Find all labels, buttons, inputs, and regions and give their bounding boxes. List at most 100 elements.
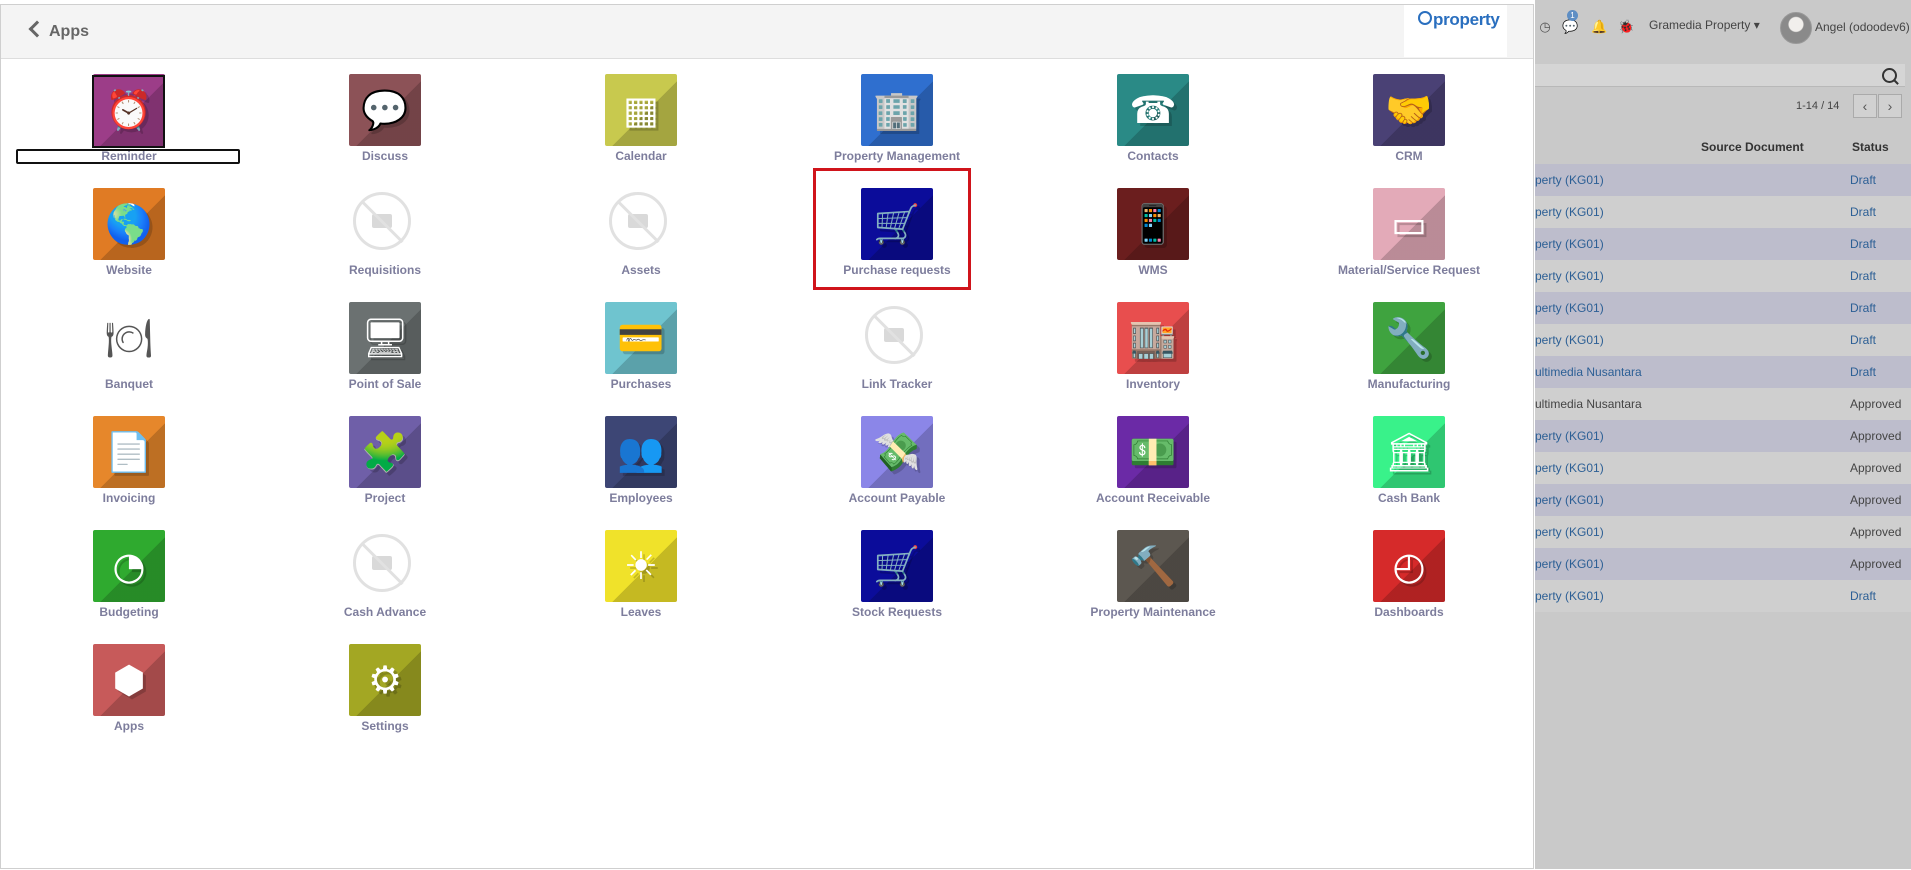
cell-status: Approved (1850, 525, 1902, 539)
bell-icon[interactable]: 🔔 (1591, 20, 1607, 34)
app-assets[interactable]: Assets (541, 188, 741, 286)
app-link-tracker[interactable]: Link Tracker (797, 302, 997, 400)
app-label: Account Receivable (1095, 491, 1211, 505)
app-label: Budgeting (99, 605, 159, 619)
pager-previous-button[interactable]: ‹ (1853, 94, 1877, 118)
app-label: Invoicing (102, 491, 156, 505)
icon-glyph: 👥 (617, 430, 665, 474)
chat-bubble-icon: 💬 (349, 74, 421, 146)
app-website[interactable]: 🌎 Website (29, 188, 229, 286)
wrench-icon: 🔧 (1373, 302, 1445, 374)
app-contacts[interactable]: ☎ Contacts (1053, 74, 1253, 172)
table-row[interactable]: perty (KG01) Draft (1535, 580, 1911, 612)
app-requisitions[interactable]: Requisitions (285, 188, 485, 286)
company-switcher[interactable]: Gramedia Property ▾ (1649, 18, 1760, 32)
icon-glyph: 🏛 (1384, 430, 1434, 474)
icon-glyph: 🔧 (1385, 316, 1433, 360)
bug-icon[interactable]: 🐞 (1618, 20, 1634, 34)
cell-status: Draft (1850, 365, 1877, 379)
focus-outline (16, 149, 240, 164)
app-property-maintenance[interactable]: 🔨 Property Maintenance (1053, 530, 1253, 628)
clock-icon[interactable]: ◷ (1538, 20, 1552, 34)
app-dashboards[interactable]: ◴ Dashboards (1309, 530, 1509, 628)
cell-status: Draft (1850, 301, 1877, 315)
app-apps[interactable]: ⬢ Apps (29, 644, 229, 742)
search-icon[interactable] (1882, 68, 1897, 83)
cubes-icon: ⬢ (93, 644, 165, 716)
icon-glyph: 📱 (1129, 202, 1177, 246)
monitor-icon: 🖥 (349, 302, 421, 374)
app-manufacturing[interactable]: 🔧 Manufacturing (1309, 302, 1509, 400)
table-row[interactable]: perty (KG01) Approved (1535, 548, 1911, 580)
app-label: Property Maintenance (1090, 605, 1216, 619)
table-row[interactable]: ultimedia Nusantara Draft (1535, 356, 1911, 388)
icon-glyph: ☎ (1129, 88, 1177, 132)
table-row[interactable]: ultimedia Nusantara Approved (1535, 388, 1911, 420)
chat-icon[interactable]: 💬 (1562, 20, 1578, 34)
app-settings[interactable]: ⚙ Settings (285, 644, 485, 742)
app-inventory[interactable]: 🏬 Inventory (1053, 302, 1253, 400)
column-header-source[interactable]: Source Document (1701, 140, 1804, 154)
cell-status: Approved (1850, 429, 1902, 443)
app-account-payable[interactable]: 💸 Account Payable (797, 416, 997, 514)
highlight-box (813, 168, 971, 290)
app-discuss[interactable]: 💬 Discuss (285, 74, 485, 172)
icon-glyph: 🧩 (361, 430, 409, 474)
icon-glyph: ▭ (1391, 202, 1427, 246)
table-row[interactable]: perty (KG01) Approved (1535, 420, 1911, 452)
cell-source: perty (KG01) (1535, 173, 1604, 187)
cell-status: Draft (1850, 269, 1877, 283)
column-header-status[interactable]: Status (1852, 140, 1889, 154)
app-material-service-request[interactable]: ▭ Material/Service Request (1309, 188, 1509, 286)
avatar[interactable] (1780, 12, 1812, 44)
money-stack-icon: 💵 (1117, 416, 1189, 488)
cell-status: Approved (1850, 461, 1902, 475)
table-row[interactable]: perty (KG01) Draft (1535, 196, 1911, 228)
puzzle-icon: 🧩 (349, 416, 421, 488)
app-crm[interactable]: 🤝 CRM (1309, 74, 1509, 172)
app-leaves[interactable]: ☀ Leaves (541, 530, 741, 628)
app-cash-advance[interactable]: Cash Advance (285, 530, 485, 628)
app-cash-bank[interactable]: 🏛 Cash Bank (1309, 416, 1509, 514)
table-row[interactable]: perty (KG01) Draft (1535, 164, 1911, 196)
icon-glyph: 🏢 (873, 88, 921, 132)
icon-glyph: 🌎 (105, 202, 153, 246)
app-project[interactable]: 🧩 Project (285, 416, 485, 514)
table-row[interactable]: perty (KG01) Draft (1535, 324, 1911, 356)
app-budgeting[interactable]: ◔ Budgeting (29, 530, 229, 628)
no-image-icon (605, 188, 677, 260)
cell-status: Approved (1850, 493, 1902, 507)
app-calendar[interactable]: ▦ Calendar (541, 74, 741, 172)
app-label: Project (364, 491, 406, 505)
app-label: Cash Advance (343, 605, 427, 619)
search-input[interactable] (1535, 64, 1905, 87)
app-wms[interactable]: 📱 WMS (1053, 188, 1253, 286)
icon-glyph: ◔ (112, 544, 146, 588)
app-label: Stock Requests (851, 605, 943, 619)
company-name: Gramedia Property (1649, 18, 1751, 32)
app-account-receivable[interactable]: 💵 Account Receivable (1053, 416, 1253, 514)
background-list-view: ◷ 💬 1 🔔 🐞 Gramedia Property ▾ Angel (odo… (1535, 0, 1911, 869)
app-purchases[interactable]: 💳 Purchases (541, 302, 741, 400)
table-row[interactable]: perty (KG01) Draft (1535, 228, 1911, 260)
cell-status: Draft (1850, 173, 1877, 187)
app-employees[interactable]: 👥 Employees (541, 416, 741, 514)
icon-glyph: 🏬 (1129, 316, 1177, 360)
app-point-of-sale[interactable]: 🖥 Point of Sale (285, 302, 485, 400)
app-banquet[interactable]: 🍽 Banquet (29, 302, 229, 400)
pager-next-button[interactable]: › (1878, 94, 1902, 118)
table-row[interactable]: perty (KG01) Approved (1535, 516, 1911, 548)
icon-glyph: ⬢ (112, 658, 146, 702)
app-property-management[interactable]: 🏢 Property Management (797, 74, 997, 172)
app-stock-requests[interactable]: 🛒 Stock Requests (797, 530, 997, 628)
table-row[interactable]: perty (KG01) Draft (1535, 292, 1911, 324)
table-row[interactable]: perty (KG01) Approved (1535, 452, 1911, 484)
cell-status: Draft (1850, 333, 1877, 347)
user-menu[interactable]: Angel (odoodev6) (1815, 20, 1910, 34)
app-label: Leaves (620, 605, 662, 619)
placeholder-image-graphic (353, 192, 411, 250)
app-invoicing[interactable]: 📄 Invoicing (29, 416, 229, 514)
table-row[interactable]: perty (KG01) Approved (1535, 484, 1911, 516)
table-row[interactable]: perty (KG01) Draft (1535, 260, 1911, 292)
app-label: Link Tracker (861, 377, 933, 391)
